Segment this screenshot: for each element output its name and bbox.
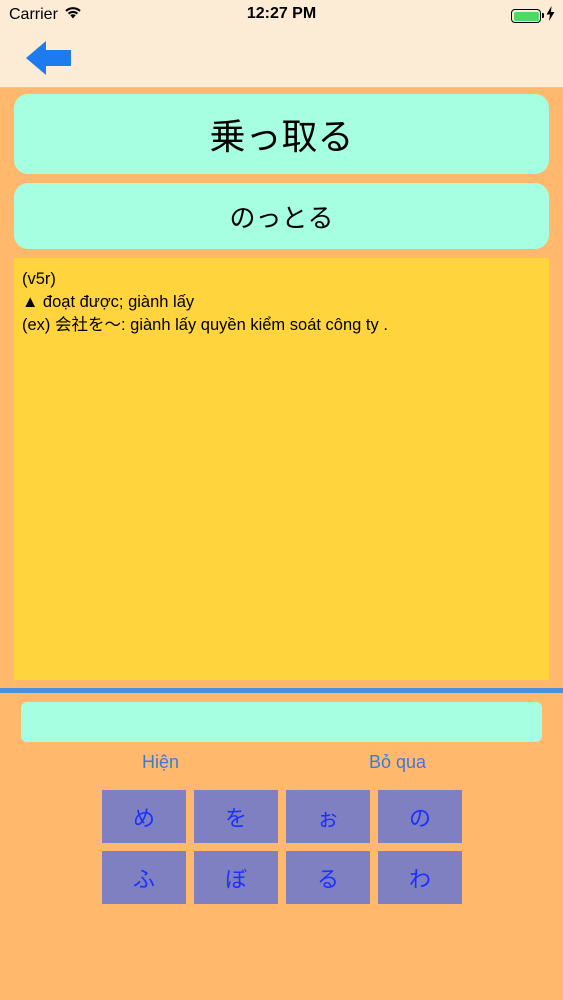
battery-level [513,11,539,21]
back-button[interactable] [24,38,74,78]
status-time: 12:27 PM [246,5,317,22]
kanji-card: 乗っ取る [14,94,549,174]
kana-key[interactable]: わ [378,851,462,904]
status-bar: Carrier 12:27 PM [0,0,563,30]
nav-bar [0,30,563,88]
back-arrow-icon [26,41,71,75]
meaning-line: (v5r) [22,270,56,288]
kana-key[interactable]: め [102,790,186,843]
answer-input[interactable] [21,702,542,742]
divider [0,688,563,693]
kana-key[interactable]: る [286,851,370,904]
kana-key[interactable]: を [194,790,278,843]
kana-key[interactable]: ぼ [194,851,278,904]
show-answer-button[interactable]: Hiện [138,750,183,775]
status-right [511,6,555,26]
meaning-line: (ex) 会社を〜: giành lấy quyền kiểm soát côn… [22,316,388,334]
battery-icon [511,9,544,23]
skip-button[interactable]: Bỏ qua [365,750,430,775]
kana-key[interactable]: の [378,790,462,843]
charging-bolt-icon [546,6,555,26]
kana-keyboard: め を ぉ の ふ ぼ る わ [102,790,462,904]
meaning-panel: (v5r) ▲ đoạt được; giành lấy (ex) 会社を〜: … [14,258,549,680]
meaning-line: ▲ đoạt được; giành lấy [22,293,195,311]
kana-key[interactable]: ぉ [286,790,370,843]
kana-card: のっとる [14,183,549,249]
kana-key[interactable]: ふ [102,851,186,904]
